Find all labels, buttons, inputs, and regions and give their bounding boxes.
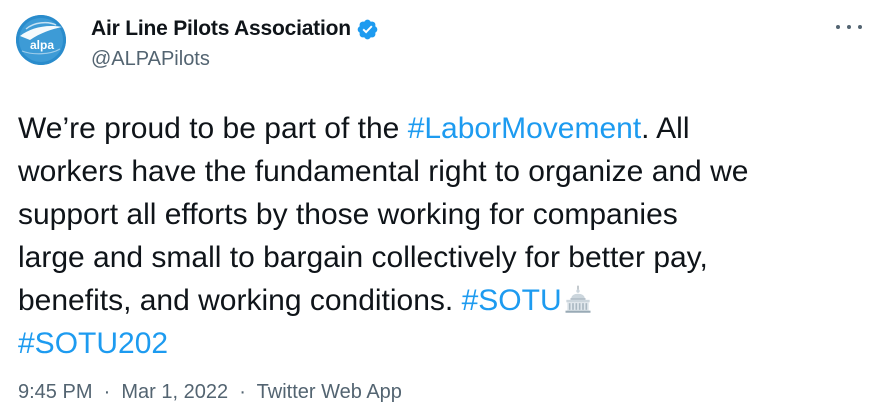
more-dot (858, 25, 862, 29)
tweet-text-segment: benefits, and working conditions. (18, 284, 462, 317)
tweet-text: We’re proud to be part of the #LaborMove… (18, 107, 863, 365)
avatar-label: alpa (30, 38, 54, 52)
hashtag-link[interactable]: #LaborMovement (408, 112, 641, 145)
author-handle[interactable]: @ALPAPilots (91, 48, 210, 71)
alpa-logo-icon: alpa (16, 15, 66, 65)
capitol-building-icon (565, 285, 591, 313)
tweet-time[interactable]: 9:45 PM (18, 381, 92, 403)
author-display-name[interactable]: Air Line Pilots Association (91, 17, 351, 41)
tweet-date[interactable]: Mar 1, 2022 (121, 381, 228, 403)
author-name-row: Air Line Pilots Association (91, 16, 379, 42)
verified-badge-icon (357, 19, 378, 39)
tweet-text-segment: workers have the fundamental right to or… (18, 155, 749, 188)
tweet-meta: 9:45 PM · Mar 1, 2022 · Twitter Web App (18, 381, 402, 404)
tweet-source[interactable]: Twitter Web App (257, 381, 402, 403)
hashtag-link[interactable]: #SOTU202 (18, 327, 168, 360)
tweet-text-line: #SOTU202 (18, 322, 863, 365)
tweet-text-line: We’re proud to be part of the #LaborMove… (18, 107, 863, 150)
tweet-text-line: large and small to bargain collectively … (18, 236, 863, 279)
tweet-text-line: benefits, and working conditions. #SOTU (18, 279, 863, 322)
more-dot (836, 25, 840, 29)
tweet-text-segment: We’re proud to be part of the (18, 112, 408, 145)
tweet-text-segment: support all efforts by those working for… (18, 198, 678, 231)
tweet-text-segment: . All (641, 112, 690, 145)
meta-separator: · (98, 381, 116, 403)
tweet-text-line: workers have the fundamental right to or… (18, 150, 863, 193)
tweet: alpa Air Line Pilots Association @ALPAPi… (0, 0, 873, 416)
tweet-text-line: support all efforts by those working for… (18, 193, 863, 236)
meta-separator: · (233, 381, 252, 403)
tweet-text-segment: large and small to bargain collectively … (18, 241, 708, 274)
more-dot (847, 25, 851, 29)
avatar[interactable]: alpa (16, 15, 66, 65)
hashtag-link[interactable]: #SOTU (462, 284, 562, 317)
more-options-icon[interactable] (836, 20, 862, 34)
